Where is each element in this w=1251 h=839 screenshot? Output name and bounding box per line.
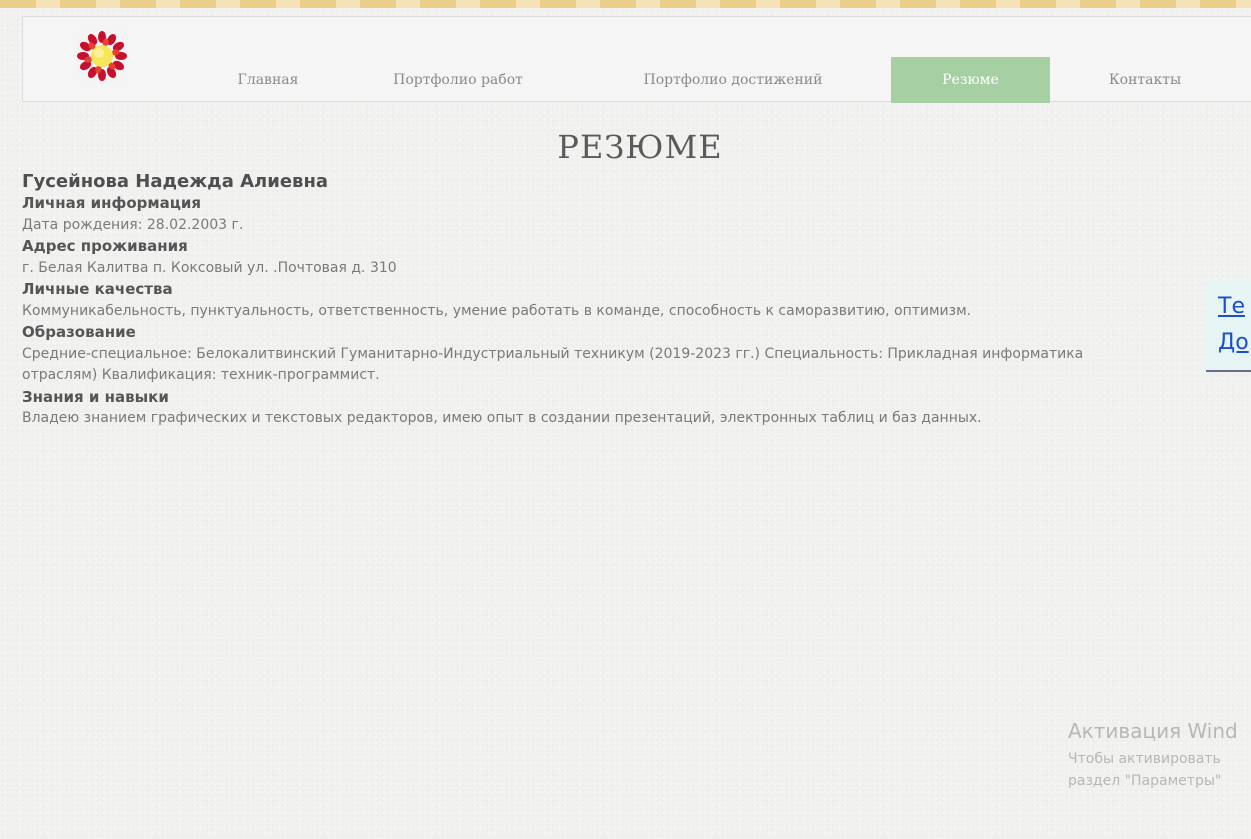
activation-line-2: раздел "Параметры" — [1068, 773, 1222, 789]
resume-name: Гусейнова Надежда Алиевна — [22, 171, 329, 192]
personal-qualities-heading: Личные качества — [22, 280, 173, 298]
address-text: г. Белая Калитва п. Коксовый ул. .Почтов… — [22, 259, 397, 276]
personal-qualities-text: Коммуникабельность, пунктуальность, отве… — [22, 302, 972, 319]
skills-text: Владею знанием графических и текстовых р… — [22, 410, 982, 426]
activation-title: Активация Wind — [1068, 719, 1238, 743]
page-title: РЕЗЮМЕ — [557, 128, 723, 166]
top-navigation-bar: Главная Портфолио работ Портфолио достиж… — [22, 16, 1251, 103]
nav-item-home[interactable]: Главная — [203, 57, 333, 103]
activation-line-1: Чтобы активировать — [1068, 751, 1221, 767]
personal-info-heading: Личная информация — [22, 194, 202, 212]
side-links-panel: Те До — [1206, 280, 1251, 372]
decorative-top-border — [0, 0, 1251, 8]
education-text-line-1: Средние-специальное: Белокалитвинский Гу… — [22, 345, 1084, 362]
skills-heading: Знания и навыки — [22, 387, 169, 406]
side-link-2[interactable]: До — [1218, 330, 1249, 355]
address-heading: Адрес проживания — [22, 237, 188, 255]
education-text-line-2: отраслям) Квалификация: техник-программи… — [22, 367, 380, 383]
side-link-1[interactable]: Те — [1218, 294, 1245, 319]
resume-content: Гусейнова Надежда Алиевна Личная информа… — [22, 171, 1251, 430]
windows-activation-watermark: Активация Wind Чтобы активировать раздел… — [1068, 714, 1238, 792]
nav-item-portfolio-achievements[interactable]: Портфолио достижений — [623, 57, 843, 103]
nav-item-contacts[interactable]: Контакты — [1085, 57, 1205, 103]
nav-item-portfolio-works[interactable]: Портфолио работ — [378, 57, 538, 103]
education-heading: Образование — [22, 323, 136, 341]
nav-item-resume[interactable]: Резюме — [891, 57, 1050, 103]
sun-flower-logo-icon[interactable] — [75, 29, 129, 83]
birth-date-text: Дата рождения: 28.02.2003 г. — [22, 216, 244, 233]
